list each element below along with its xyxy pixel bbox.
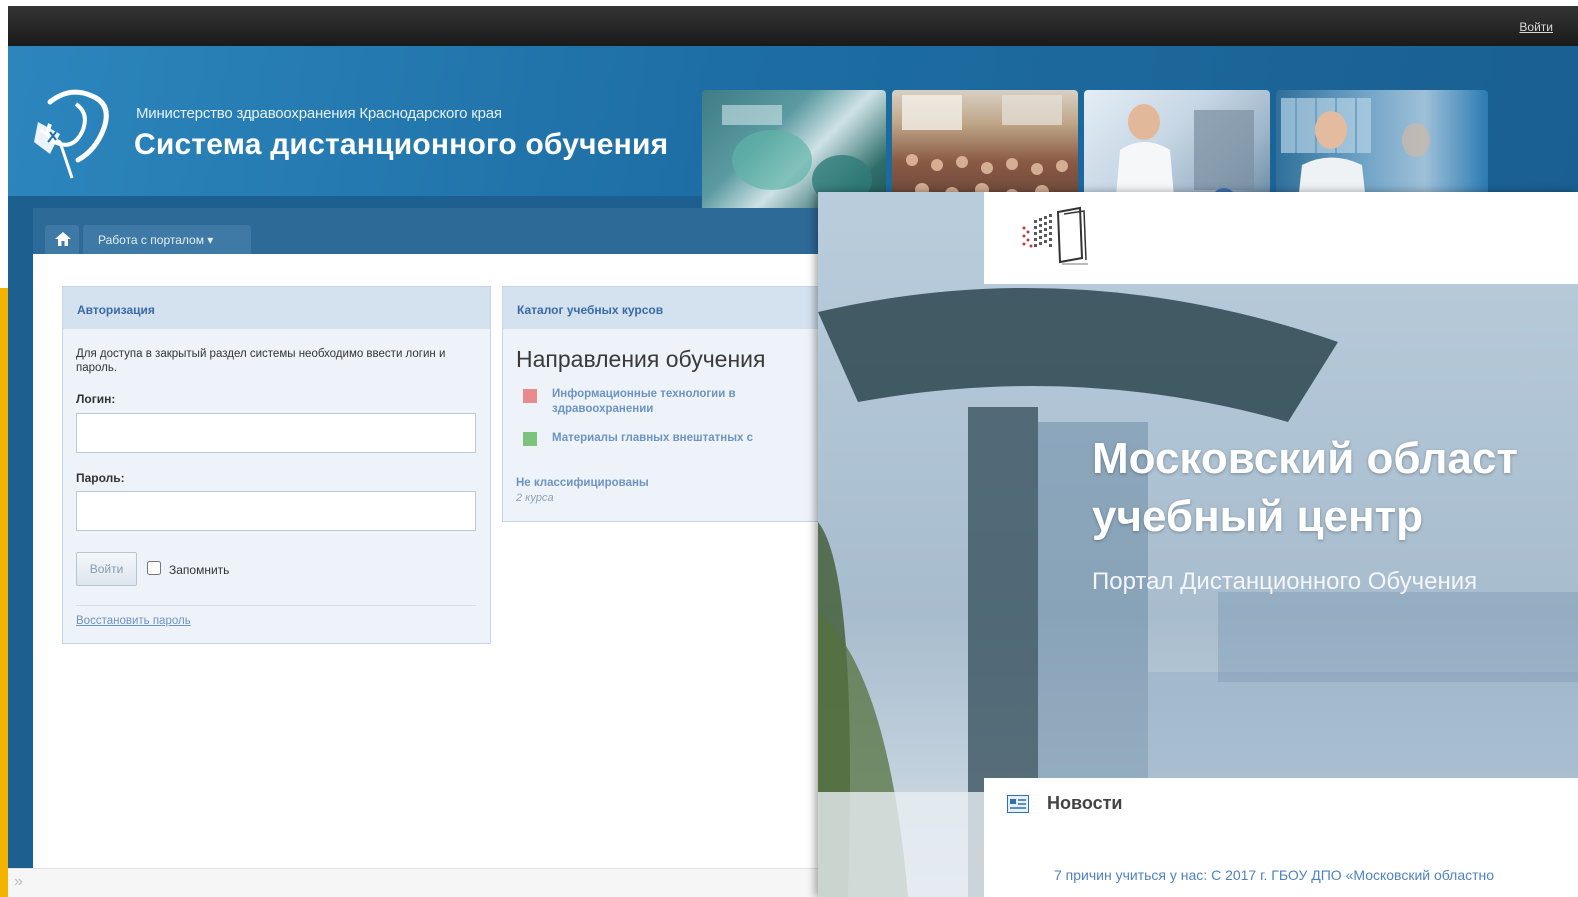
navigation-bar: Работа с порталом ▾ <box>33 208 853 254</box>
auth-description: Для доступа в закрытый раздел системы не… <box>76 348 446 374</box>
login-submit-button[interactable]: Войти <box>76 552 137 586</box>
ministry-name: Министерство здравоохранения Краснодарск… <box>136 105 502 122</box>
expand-arrow-icon[interactable]: » <box>14 873 23 891</box>
home-icon <box>55 232 71 251</box>
news-icon <box>1007 795 1029 818</box>
auth-title: Авторизация <box>77 303 155 317</box>
training-center-logo-icon <box>1018 206 1108 273</box>
news-section: Новости 7 причин учиться у нас: С 2017 г… <box>984 778 1578 897</box>
catalog-box: Каталог учебных курсов Направления обуче… <box>502 286 853 522</box>
restore-password-link[interactable]: Восстановить пароль <box>76 615 191 627</box>
overlay-subtitle: Портал Дистанционного Обучения <box>1092 568 1478 595</box>
topbar-login-link[interactable]: Войти <box>1519 20 1553 34</box>
portal-menu-tab[interactable]: Работа с порталом ▾ <box>83 225 251 254</box>
remember-checkbox[interactable] <box>147 561 161 575</box>
login-label: Логин: <box>76 392 116 406</box>
home-tab[interactable] <box>45 225 79 254</box>
system-title: Система дистанционного обучения <box>134 128 669 161</box>
overlay-title: Московский област учебный центр <box>1092 434 1518 541</box>
auth-divider <box>76 605 476 606</box>
unclassified-link[interactable]: Не классифицированы <box>516 477 649 489</box>
overlay-logo-bar <box>984 192 1578 284</box>
auth-box-header: Авторизация <box>63 287 490 329</box>
site-header: Министерство здравоохранения Краснодарск… <box>8 46 1578 220</box>
catalog-box-header: Каталог учебных курсов <box>503 287 853 329</box>
moscow-portal-overlay: Московский област учебный центр Портал Д… <box>818 192 1578 897</box>
password-label: Пароль: <box>76 471 125 485</box>
unclassified-count: 2 курса <box>516 492 554 504</box>
auth-box: Авторизация Для доступа в закрытый разде… <box>62 286 491 644</box>
medical-logo-icon <box>30 84 120 189</box>
remember-label: Запомнить <box>169 563 230 577</box>
login-input[interactable] <box>76 413 476 453</box>
catalog-title: Каталог учебных курсов <box>517 303 664 317</box>
direction-link[interactable]: Информационные технологии в здравоохране… <box>552 387 812 417</box>
top-bar: Войти <box>8 6 1578 46</box>
main-content-panel: Работа с порталом ▾ Авторизация Для дост… <box>33 208 853 868</box>
direction-link[interactable]: Материалы главных внештатных с <box>552 431 753 446</box>
direction-color-marker <box>523 389 537 403</box>
directions-heading: Направления обучения <box>516 346 766 372</box>
direction-color-marker <box>523 432 537 446</box>
password-input[interactable] <box>76 491 476 531</box>
news-title: Новости <box>1047 793 1123 813</box>
news-item-link[interactable]: 7 причин учиться у нас: С 2017 г. ГБОУ Д… <box>1054 867 1494 883</box>
